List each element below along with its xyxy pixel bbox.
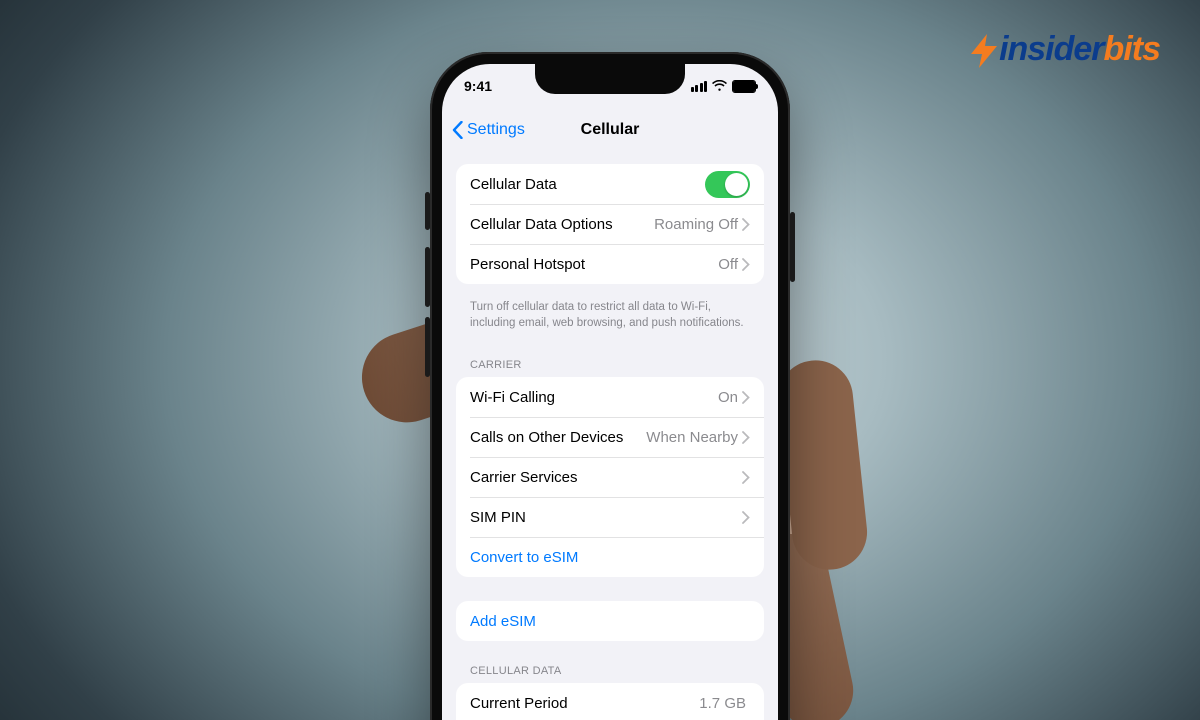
back-label: Settings [467, 121, 525, 139]
back-button[interactable]: Settings [452, 121, 525, 139]
group-cellular-main: Cellular Data Cellular Data Options Roam… [456, 164, 764, 284]
row-value: Off [718, 256, 738, 273]
section-header-carrier: CARRIER [456, 345, 764, 377]
row-calls-other-devices[interactable]: Calls on Other Devices When Nearby [456, 417, 764, 457]
row-carrier-services[interactable]: Carrier Services [456, 457, 764, 497]
row-label: Personal Hotspot [470, 256, 718, 273]
row-sim-pin[interactable]: SIM PIN [456, 497, 764, 537]
row-value: Roaming Off [654, 216, 738, 233]
row-add-esim[interactable]: Add eSIM [456, 601, 764, 641]
row-value: When Nearby [646, 429, 738, 446]
row-value: 1.7 GB [699, 695, 746, 712]
phone-screen: 9:41 Settings Cellular [442, 64, 778, 720]
row-label: Cellular Data [470, 176, 705, 193]
row-label: Calls on Other Devices [470, 429, 646, 446]
group-add-esim: Add eSIM [456, 601, 764, 641]
status-time: 9:41 [464, 78, 492, 94]
nav-bar: Settings Cellular [442, 108, 778, 152]
row-label: Cellular Data Options [470, 216, 654, 233]
wifi-icon [712, 80, 727, 92]
row-label: SIM PIN [470, 509, 742, 526]
chevron-right-icon [742, 471, 750, 484]
row-value: On [718, 389, 738, 406]
chevron-right-icon [742, 218, 750, 231]
section-header-usage: CELLULAR DATA [456, 651, 764, 683]
row-current-period[interactable]: Current Period 1.7 GB [456, 683, 764, 720]
row-label: Wi-Fi Calling [470, 389, 718, 406]
watermark-tail: bits [1104, 30, 1160, 68]
chevron-right-icon [742, 511, 750, 524]
settings-content[interactable]: Cellular Data Cellular Data Options Roam… [442, 164, 778, 720]
row-label: Add eSIM [470, 613, 750, 630]
row-label: Current Period [470, 695, 699, 712]
cellular-data-toggle[interactable] [705, 171, 750, 198]
row-cellular-data[interactable]: Cellular Data [456, 164, 764, 204]
group-carrier: Wi-Fi Calling On Calls on Other Devices … [456, 377, 764, 577]
chevron-left-icon [452, 121, 463, 139]
group-usage: Current Period 1.7 GB Current Period Roa… [456, 683, 764, 720]
row-label: Carrier Services [470, 469, 742, 486]
bolt-icon [965, 32, 1003, 70]
watermark-logo: insiderbits [965, 30, 1160, 70]
battery-icon [732, 80, 756, 93]
notch [535, 64, 685, 94]
watermark-lead: insider [999, 30, 1103, 68]
row-label: Convert to eSIM [470, 549, 750, 566]
phone-frame: 9:41 Settings Cellular [430, 52, 790, 720]
cellular-signal-icon [691, 81, 708, 92]
row-cellular-data-options[interactable]: Cellular Data Options Roaming Off [456, 204, 764, 244]
row-personal-hotspot[interactable]: Personal Hotspot Off [456, 244, 764, 284]
chevron-right-icon [742, 391, 750, 404]
row-convert-esim[interactable]: Convert to eSIM [456, 537, 764, 577]
row-wifi-calling[interactable]: Wi-Fi Calling On [456, 377, 764, 417]
chevron-right-icon [742, 431, 750, 444]
group-footer: Turn off cellular data to restrict all d… [456, 294, 764, 345]
chevron-right-icon [742, 258, 750, 271]
page-title: Cellular [581, 121, 640, 139]
